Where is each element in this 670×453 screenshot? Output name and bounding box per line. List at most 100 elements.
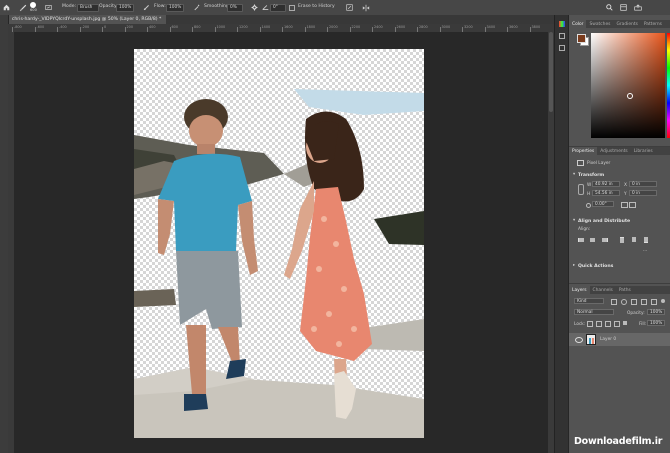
pressure-size-icon[interactable] bbox=[346, 0, 353, 15]
lock-position-icon[interactable] bbox=[605, 321, 611, 327]
symmetry-icon[interactable] bbox=[362, 0, 370, 15]
flip-horizontal-icon[interactable] bbox=[621, 202, 628, 208]
smoothing-input[interactable]: 0% bbox=[227, 0, 243, 15]
tab-gradients[interactable]: Gradients bbox=[613, 20, 640, 28]
align-label: Align: bbox=[578, 227, 591, 232]
align-right-edges-icon[interactable] bbox=[602, 238, 608, 242]
angle-properties-value: 0.00° bbox=[595, 201, 607, 207]
tab-paths[interactable]: Paths bbox=[616, 286, 634, 294]
scroll-thumb[interactable] bbox=[549, 32, 553, 112]
swatches-panel-icon[interactable] bbox=[559, 33, 565, 39]
flip-vertical-icon[interactable] bbox=[629, 202, 636, 208]
photo-children-walking bbox=[134, 89, 424, 438]
transform-title: Transform bbox=[578, 173, 605, 178]
align-left-edges-icon[interactable] bbox=[578, 238, 584, 242]
document-tab-bar: × chris-hardy-_VIDPYQIcrdY-unsplash.jpg … bbox=[0, 15, 568, 24]
height-input[interactable]: 54.56 in bbox=[592, 190, 620, 196]
tab-channels[interactable]: Channels bbox=[590, 286, 616, 294]
filter-toggle-icon[interactable] bbox=[661, 299, 665, 303]
visibility-eye-icon[interactable] bbox=[575, 337, 583, 343]
properties-panel-icon[interactable] bbox=[559, 45, 565, 51]
brush-tool-icon[interactable] bbox=[19, 0, 27, 15]
align-expand-icon[interactable]: ▾ bbox=[573, 218, 575, 223]
width-input[interactable]: 40.92 in bbox=[592, 181, 620, 187]
ruler-tick-label: 2400 bbox=[374, 25, 383, 29]
tab-layers[interactable]: Layers bbox=[569, 286, 590, 294]
document-canvas[interactable] bbox=[134, 49, 424, 438]
align-top-edges-icon[interactable] bbox=[620, 237, 624, 243]
lock-artboard-icon[interactable] bbox=[614, 321, 620, 327]
align-bottom-edges-icon[interactable] bbox=[644, 237, 648, 243]
filter-type-icon[interactable] bbox=[631, 299, 637, 305]
ruler-tick-label: 3200 bbox=[464, 25, 473, 29]
align-horizontal-centers-icon[interactable] bbox=[590, 238, 595, 242]
pressure-opacity-icon[interactable] bbox=[143, 0, 150, 15]
x-value: 0 in bbox=[632, 181, 641, 187]
kind-filter-value: Kind bbox=[577, 298, 587, 304]
right-panels: Color Swatches Gradients Patterns Proper… bbox=[568, 15, 670, 453]
layer-opacity-value: 100% bbox=[650, 309, 663, 315]
layer-opacity-input[interactable]: 100% bbox=[647, 309, 665, 315]
fill-value: 100% bbox=[650, 320, 663, 326]
y-value: 0 in bbox=[632, 190, 641, 196]
tab-swatches[interactable]: Swatches bbox=[586, 20, 613, 28]
layer-kind-filter[interactable]: Kind bbox=[574, 298, 604, 304]
layer-row[interactable]: Layer 0 bbox=[569, 333, 670, 346]
tab-patterns[interactable]: Patterns bbox=[641, 20, 665, 28]
tab-properties[interactable]: Properties bbox=[569, 147, 598, 155]
opacity-input[interactable]: 100% bbox=[116, 0, 134, 15]
align-vertical-centers-icon[interactable] bbox=[632, 237, 636, 242]
color-picker-field[interactable] bbox=[591, 33, 665, 138]
tab-adjustments[interactable]: Adjustments bbox=[597, 147, 631, 155]
x-input[interactable]: 0 in bbox=[629, 181, 657, 187]
more-options-icon[interactable]: ··· bbox=[643, 249, 647, 254]
filter-shape-icon[interactable] bbox=[641, 299, 647, 305]
y-input[interactable]: 0 in bbox=[629, 190, 657, 196]
lock-pixels-icon[interactable] bbox=[596, 321, 602, 327]
mode-select[interactable]: Brush bbox=[77, 0, 99, 15]
filter-adjustment-icon[interactable] bbox=[621, 299, 627, 305]
tab-libraries[interactable]: Libraries bbox=[631, 147, 656, 155]
angle-input[interactable]: 0° bbox=[270, 0, 286, 15]
flow-value: 100% bbox=[169, 5, 182, 10]
transform-expand-icon[interactable]: ▾ bbox=[573, 172, 575, 177]
lock-transparent-icon[interactable] bbox=[587, 321, 593, 327]
h-label: H bbox=[587, 192, 591, 197]
layer-opacity-label: Opacity: bbox=[627, 311, 645, 316]
w-label: W bbox=[587, 183, 592, 188]
link-dimensions-icon[interactable] bbox=[578, 184, 584, 195]
share-icon[interactable] bbox=[634, 0, 642, 15]
brush-size-value: 600 bbox=[30, 8, 37, 13]
blend-mode-select[interactable]: Normal bbox=[574, 309, 614, 315]
brush-preset-picker[interactable]: 600 bbox=[30, 0, 37, 15]
smoothing-options-icon[interactable] bbox=[251, 0, 258, 15]
angle-input-properties[interactable]: 0.00° bbox=[592, 201, 614, 207]
filter-smart-object-icon[interactable] bbox=[651, 299, 657, 305]
airbrush-icon[interactable] bbox=[193, 0, 200, 15]
foreground-color-swatch[interactable] bbox=[577, 34, 586, 43]
fill-input[interactable]: 100% bbox=[647, 320, 665, 326]
home-icon[interactable] bbox=[3, 0, 10, 15]
brush-settings-icon[interactable] bbox=[45, 0, 52, 15]
search-icon[interactable] bbox=[606, 0, 613, 15]
workspace-icon[interactable] bbox=[620, 0, 627, 15]
filter-pixel-icon[interactable] bbox=[611, 299, 617, 305]
quick-actions-expand-icon[interactable]: ▸ bbox=[573, 263, 575, 268]
ruler-tick-label: 1600 bbox=[284, 25, 293, 29]
ruler-tick-label: 200 bbox=[126, 25, 133, 29]
lock-all-icon[interactable] bbox=[623, 321, 627, 325]
fill-label: Fill: bbox=[639, 322, 647, 327]
ruler-tick-label: 3800 bbox=[531, 25, 541, 29]
erase-to-history-checkbox[interactable]: Erase to History bbox=[289, 0, 335, 15]
ruler-tick-label: 1000 bbox=[216, 25, 226, 29]
height-value: 54.56 in bbox=[595, 190, 613, 196]
watermark-text: Downloadefilm.ir bbox=[574, 436, 663, 447]
x-label: X bbox=[624, 183, 627, 188]
tab-color[interactable]: Color bbox=[569, 20, 587, 28]
ruler-tick-label: -200 bbox=[81, 25, 90, 29]
y-label: Y bbox=[624, 192, 627, 197]
color-panel-icon[interactable] bbox=[559, 21, 565, 27]
flow-input[interactable]: 100% bbox=[166, 0, 184, 15]
ruler-tick-label: -400 bbox=[59, 25, 67, 29]
document-tab[interactable]: × chris-hardy-_VIDPYQIcrdY-unsplash.jpg … bbox=[0, 15, 167, 24]
